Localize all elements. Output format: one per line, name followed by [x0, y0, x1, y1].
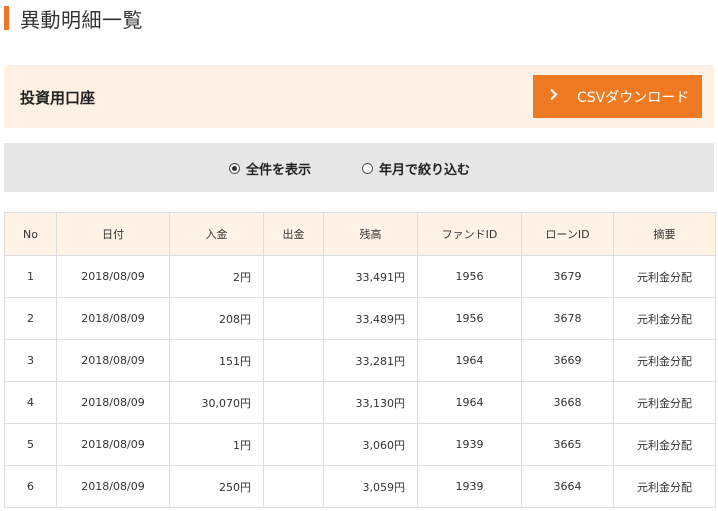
- table-row: 5 2018/08/09 1円 3,060円 1939 3665 元利金分配: [4, 423, 716, 466]
- cell-date: 2018/08/09: [56, 423, 170, 466]
- radio-checked-icon[interactable]: [229, 163, 240, 174]
- header-withdrawal: 出金: [263, 212, 324, 256]
- cell-withdrawal: [263, 423, 324, 466]
- cell-summary: 元利金分配: [613, 465, 716, 508]
- cell-balance: 33,491円: [323, 255, 418, 298]
- radio-show-all[interactable]: 全件を表示: [229, 159, 311, 178]
- cell-deposit: 151円: [169, 339, 264, 382]
- cell-date: 2018/08/09: [56, 465, 170, 508]
- header-deposit: 入金: [169, 212, 264, 256]
- cell-fund-id: 1956: [417, 255, 522, 298]
- table-row: 4 2018/08/09 30,070円 33,130円 1964 3668 元…: [4, 381, 716, 424]
- radio-filter-by-month-label: 年月で絞り込む: [379, 163, 471, 178]
- cell-loan-id: 3679: [521, 255, 614, 298]
- page-title: 異動明細一覧: [20, 7, 143, 32]
- cell-withdrawal: [263, 297, 324, 340]
- cell-no: 5: [4, 423, 57, 466]
- header-date: 日付: [56, 212, 170, 256]
- cell-fund-id: 1939: [417, 423, 522, 466]
- title-accent-bar: [4, 6, 9, 30]
- cell-loan-id: 3664: [521, 465, 614, 508]
- cell-summary: 元利金分配: [613, 297, 716, 340]
- cell-withdrawal: [263, 465, 324, 508]
- cell-date: 2018/08/09: [56, 381, 170, 424]
- cell-summary: 元利金分配: [613, 339, 716, 382]
- csv-download-button[interactable]: CSVダウンロード: [533, 75, 702, 118]
- cell-fund-id: 1956: [417, 297, 522, 340]
- table-row: 6 2018/08/09 250円 3,059円 1939 3664 元利金分配: [4, 465, 716, 508]
- cell-deposit: 2円: [169, 255, 264, 298]
- header-fund-id: ファンドID: [417, 212, 522, 256]
- filter-panel: 全件を表示 年月で絞り込む: [4, 143, 714, 192]
- cell-deposit: 208円: [169, 297, 264, 340]
- cell-no: 1: [4, 255, 57, 298]
- cell-date: 2018/08/09: [56, 255, 170, 298]
- table-header-row: No 日付 入金 出金 残高 ファンドID ローンID 摘要: [4, 212, 716, 256]
- cell-loan-id: 3678: [521, 297, 614, 340]
- cell-fund-id: 1939: [417, 465, 522, 508]
- cell-balance: 33,281円: [323, 339, 418, 382]
- page-header: 異動明細一覧: [4, 4, 143, 32]
- cell-loan-id: 3668: [521, 381, 614, 424]
- cell-loan-id: 3669: [521, 339, 614, 382]
- cell-deposit: 250円: [169, 465, 264, 508]
- account-label: 投資用口座: [20, 89, 96, 107]
- header-summary: 摘要: [613, 212, 716, 256]
- csv-download-label: CSVダウンロード: [577, 89, 690, 106]
- cell-balance: 3,060円: [323, 423, 418, 466]
- table-row: 1 2018/08/09 2円 33,491円 1956 3679 元利金分配: [4, 255, 716, 298]
- radio-unchecked-icon[interactable]: [362, 163, 373, 174]
- table-row: 3 2018/08/09 151円 33,281円 1964 3669 元利金分…: [4, 339, 716, 382]
- cell-withdrawal: [263, 381, 324, 424]
- account-panel: 投資用口座 CSVダウンロード: [4, 65, 714, 128]
- header-no: No: [4, 212, 57, 256]
- cell-fund-id: 1964: [417, 381, 522, 424]
- cell-date: 2018/08/09: [56, 339, 170, 382]
- cell-loan-id: 3665: [521, 423, 614, 466]
- cell-summary: 元利金分配: [613, 381, 716, 424]
- radio-filter-by-month[interactable]: 年月で絞り込む: [362, 159, 470, 178]
- cell-deposit: 30,070円: [169, 381, 264, 424]
- cell-withdrawal: [263, 339, 324, 382]
- cell-no: 2: [4, 297, 57, 340]
- cell-no: 3: [4, 339, 57, 382]
- cell-balance: 33,489円: [323, 297, 418, 340]
- table-row: 2 2018/08/09 208円 33,489円 1956 3678 元利金分…: [4, 297, 716, 340]
- chevron-right-icon: [543, 88, 563, 105]
- cell-no: 6: [4, 465, 57, 508]
- radio-show-all-label: 全件を表示: [246, 163, 312, 178]
- cell-balance: 3,059円: [323, 465, 418, 508]
- header-loan-id: ローンID: [521, 212, 614, 256]
- cell-no: 4: [4, 381, 57, 424]
- header-balance: 残高: [323, 212, 418, 256]
- cell-fund-id: 1964: [417, 339, 522, 382]
- cell-withdrawal: [263, 255, 324, 298]
- cell-summary: 元利金分配: [613, 255, 716, 298]
- transaction-table: No 日付 入金 出金 残高 ファンドID ローンID 摘要 1 2018/08…: [4, 212, 716, 508]
- cell-balance: 33,130円: [323, 381, 418, 424]
- cell-summary: 元利金分配: [613, 423, 716, 466]
- cell-date: 2018/08/09: [56, 297, 170, 340]
- cell-deposit: 1円: [169, 423, 264, 466]
